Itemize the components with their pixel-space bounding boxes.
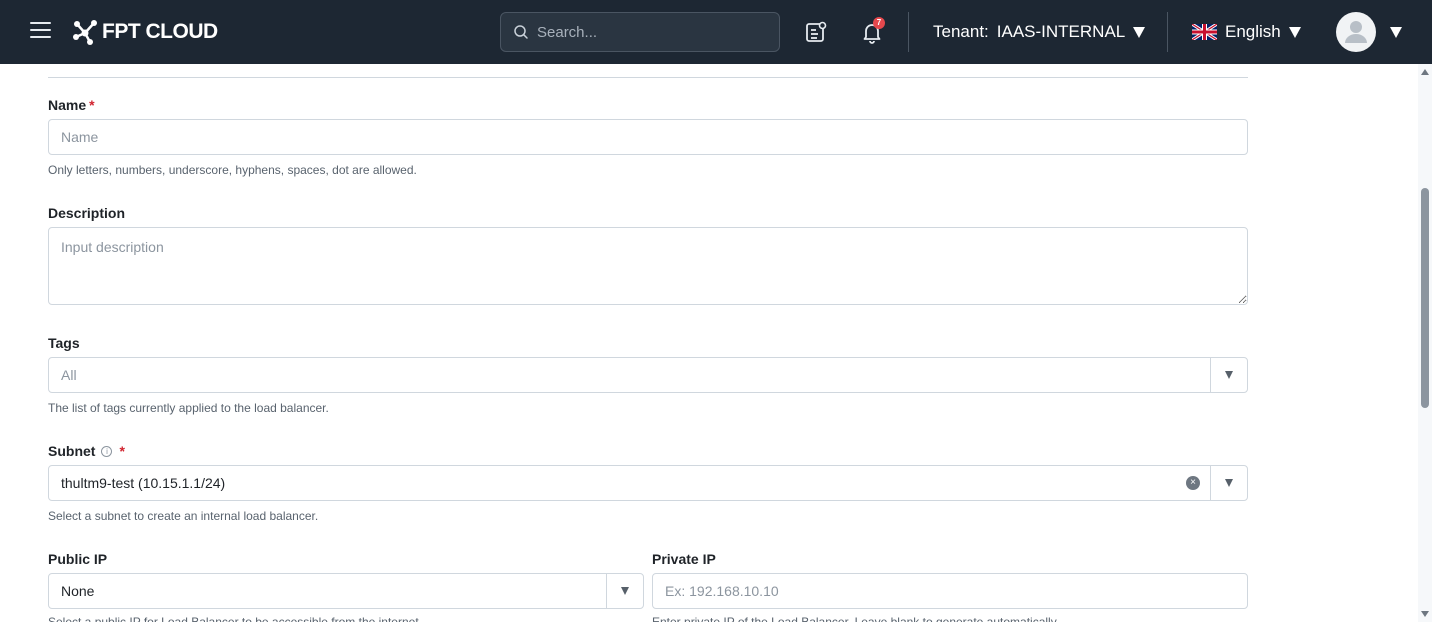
header-divider — [1167, 12, 1168, 52]
private-ip-input[interactable] — [653, 574, 1247, 608]
chevron-down-icon — [1225, 479, 1233, 487]
chevron-down-icon — [1288, 26, 1301, 38]
description-textarea[interactable] — [49, 228, 1247, 304]
chevron-down-icon — [621, 587, 629, 595]
header-divider — [908, 12, 909, 52]
tags-label: Tags — [48, 335, 80, 351]
private-ip-label: Private IP — [652, 551, 716, 567]
section-divider — [48, 77, 1248, 78]
required-mark: * — [119, 443, 125, 459]
public-ip-selected-value: None — [61, 583, 95, 599]
tags-select[interactable]: All — [48, 357, 1248, 393]
tenant-selector[interactable]: Tenant: IAAS-INTERNAL — [933, 20, 1146, 44]
name-label: Name * — [48, 97, 95, 113]
description-label: Description — [48, 205, 126, 221]
language-selector[interactable]: English — [1192, 20, 1301, 44]
private-ip-field[interactable] — [652, 573, 1248, 609]
tags-help-text: The list of tags currently applied to th… — [48, 401, 329, 415]
private-ip-help-text: Enter private IP of the Load Balancer. L… — [652, 615, 1060, 622]
fpt-cloud-logo-icon — [73, 20, 97, 45]
chevron-down-icon[interactable] — [1390, 27, 1402, 38]
uk-flag-icon — [1192, 24, 1217, 40]
search-input[interactable] — [537, 23, 757, 41]
subnet-dropdown-toggle[interactable] — [1210, 466, 1247, 500]
tags-selected-value: All — [61, 367, 77, 383]
brand-name: FPT CLOUD — [102, 20, 218, 43]
public-ip-select[interactable]: None — [48, 573, 644, 609]
brand-logo[interactable]: FPT CLOUD — [72, 18, 218, 46]
public-ip-dropdown-toggle[interactable] — [606, 574, 643, 608]
name-input[interactable] — [49, 120, 1247, 154]
description-field[interactable] — [48, 227, 1248, 305]
tags-dropdown-toggle[interactable] — [1210, 358, 1247, 392]
page-scrollbar[interactable] — [1418, 64, 1432, 622]
language-label: English — [1225, 22, 1281, 41]
user-avatar-icon[interactable] — [1336, 12, 1376, 52]
clipboard-icon[interactable] — [804, 20, 828, 44]
name-field[interactable] — [48, 119, 1248, 155]
chevron-down-icon — [1225, 371, 1233, 379]
hamburger-icon[interactable] — [30, 22, 51, 40]
top-navigation-bar: FPT CLOUD 7 Tenant: IAAS-INTERNAL — [0, 0, 1432, 64]
info-icon[interactable]: i — [101, 445, 113, 457]
scroll-down-arrow-icon[interactable] — [1421, 611, 1429, 617]
clear-icon[interactable]: × — [1186, 476, 1200, 490]
subnet-select[interactable]: thultm9-test (10.15.1.1/24) × — [48, 465, 1248, 501]
subnet-label: Subnet i * — [48, 443, 125, 459]
public-ip-label: Public IP — [48, 551, 108, 567]
required-mark: * — [89, 97, 95, 113]
chevron-down-icon — [1133, 26, 1146, 38]
name-help-text: Only letters, numbers, underscore, hyphe… — [48, 163, 417, 177]
global-search[interactable] — [500, 12, 780, 52]
bell-icon[interactable]: 7 — [860, 17, 885, 44]
notification-count-badge: 7 — [873, 17, 885, 29]
scrollbar-thumb[interactable] — [1421, 188, 1429, 408]
scroll-up-arrow-icon[interactable] — [1421, 69, 1429, 75]
tenant-label: Tenant: — [933, 22, 989, 41]
tenant-value: IAAS-INTERNAL — [996, 22, 1126, 41]
subnet-selected-value: thultm9-test (10.15.1.1/24) — [61, 475, 226, 491]
subnet-help-text: Select a subnet to create an internal lo… — [48, 509, 319, 523]
search-icon — [514, 25, 528, 39]
public-ip-help-text: Select a public IP for Load Balancer to … — [48, 615, 422, 622]
